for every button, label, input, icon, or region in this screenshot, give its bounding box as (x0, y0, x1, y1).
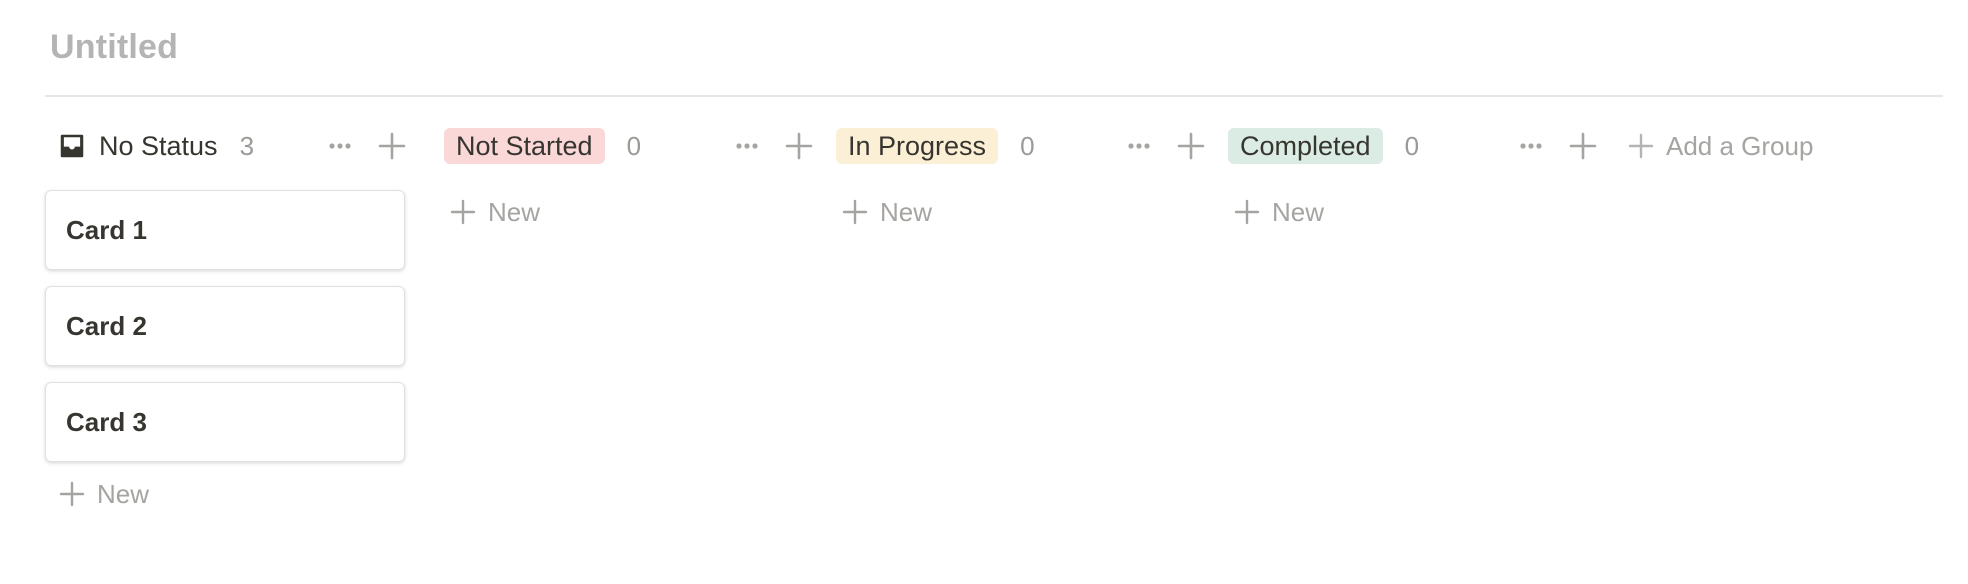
plus-icon (59, 481, 85, 507)
plus-icon (1628, 133, 1654, 159)
column-header: Not Started 0 (444, 124, 813, 168)
card[interactable]: Card 1 (45, 190, 405, 270)
group-title[interactable]: No Status (45, 129, 218, 163)
group-title[interactable]: In Progress (836, 128, 999, 164)
plus-icon (1234, 199, 1260, 225)
new-card-label: New (488, 196, 541, 227)
group-title[interactable]: Not Started (444, 128, 605, 164)
board-column-in-progress: In Progress 0 New (836, 124, 1205, 234)
board-column-completed: Completed 0 New (1228, 124, 1597, 234)
board-column-no-status: No Status 3 Card 1 Card 2 Card 3 New (45, 124, 410, 516)
card-title: Card 3 (66, 406, 147, 437)
new-card-label: New (97, 478, 150, 509)
header-actions (729, 128, 817, 164)
group-title[interactable]: Completed (1228, 128, 1383, 164)
group-count: 3 (239, 130, 255, 161)
header-actions (1513, 128, 1601, 164)
column-header: In Progress 0 (836, 124, 1205, 168)
new-card-button[interactable]: New (1228, 190, 1593, 234)
card[interactable]: Card 2 (45, 286, 405, 366)
header-actions (322, 128, 410, 164)
group-title-label: No Status (99, 131, 218, 161)
group-count: 0 (626, 130, 642, 161)
more-options-icon[interactable] (729, 128, 765, 164)
group-count: 0 (1404, 130, 1420, 161)
plus-icon (842, 199, 868, 225)
new-card-label: New (880, 196, 933, 227)
new-card-button[interactable]: New (836, 190, 1201, 234)
add-card-icon[interactable] (1173, 128, 1209, 164)
add-group-label: Add a Group (1666, 130, 1814, 161)
more-options-icon[interactable] (322, 128, 358, 164)
header-actions (1121, 128, 1209, 164)
card-list: Card 1 Card 2 Card 3 (45, 190, 410, 462)
card[interactable]: Card 3 (45, 382, 405, 462)
add-card-icon[interactable] (781, 128, 817, 164)
inbox-icon (60, 134, 84, 158)
new-card-label: New (1272, 196, 1325, 227)
new-card-button[interactable]: New (45, 472, 410, 516)
group-count: 0 (1020, 130, 1035, 161)
title-divider (45, 95, 1943, 97)
page-title[interactable]: Untitled (50, 28, 178, 67)
card-title: Card 1 (66, 214, 147, 245)
add-group-button[interactable]: Add a Group (1626, 124, 1813, 168)
plus-icon (450, 199, 476, 225)
add-card-icon[interactable] (374, 128, 410, 164)
more-options-icon[interactable] (1121, 128, 1157, 164)
new-card-button[interactable]: New (444, 190, 809, 234)
column-header: No Status 3 (45, 124, 410, 168)
add-card-icon[interactable] (1565, 128, 1601, 164)
card-title: Card 2 (66, 310, 147, 341)
column-header: Completed 0 (1228, 124, 1597, 168)
board-column-not-started: Not Started 0 New (444, 124, 813, 234)
more-options-icon[interactable] (1513, 128, 1549, 164)
